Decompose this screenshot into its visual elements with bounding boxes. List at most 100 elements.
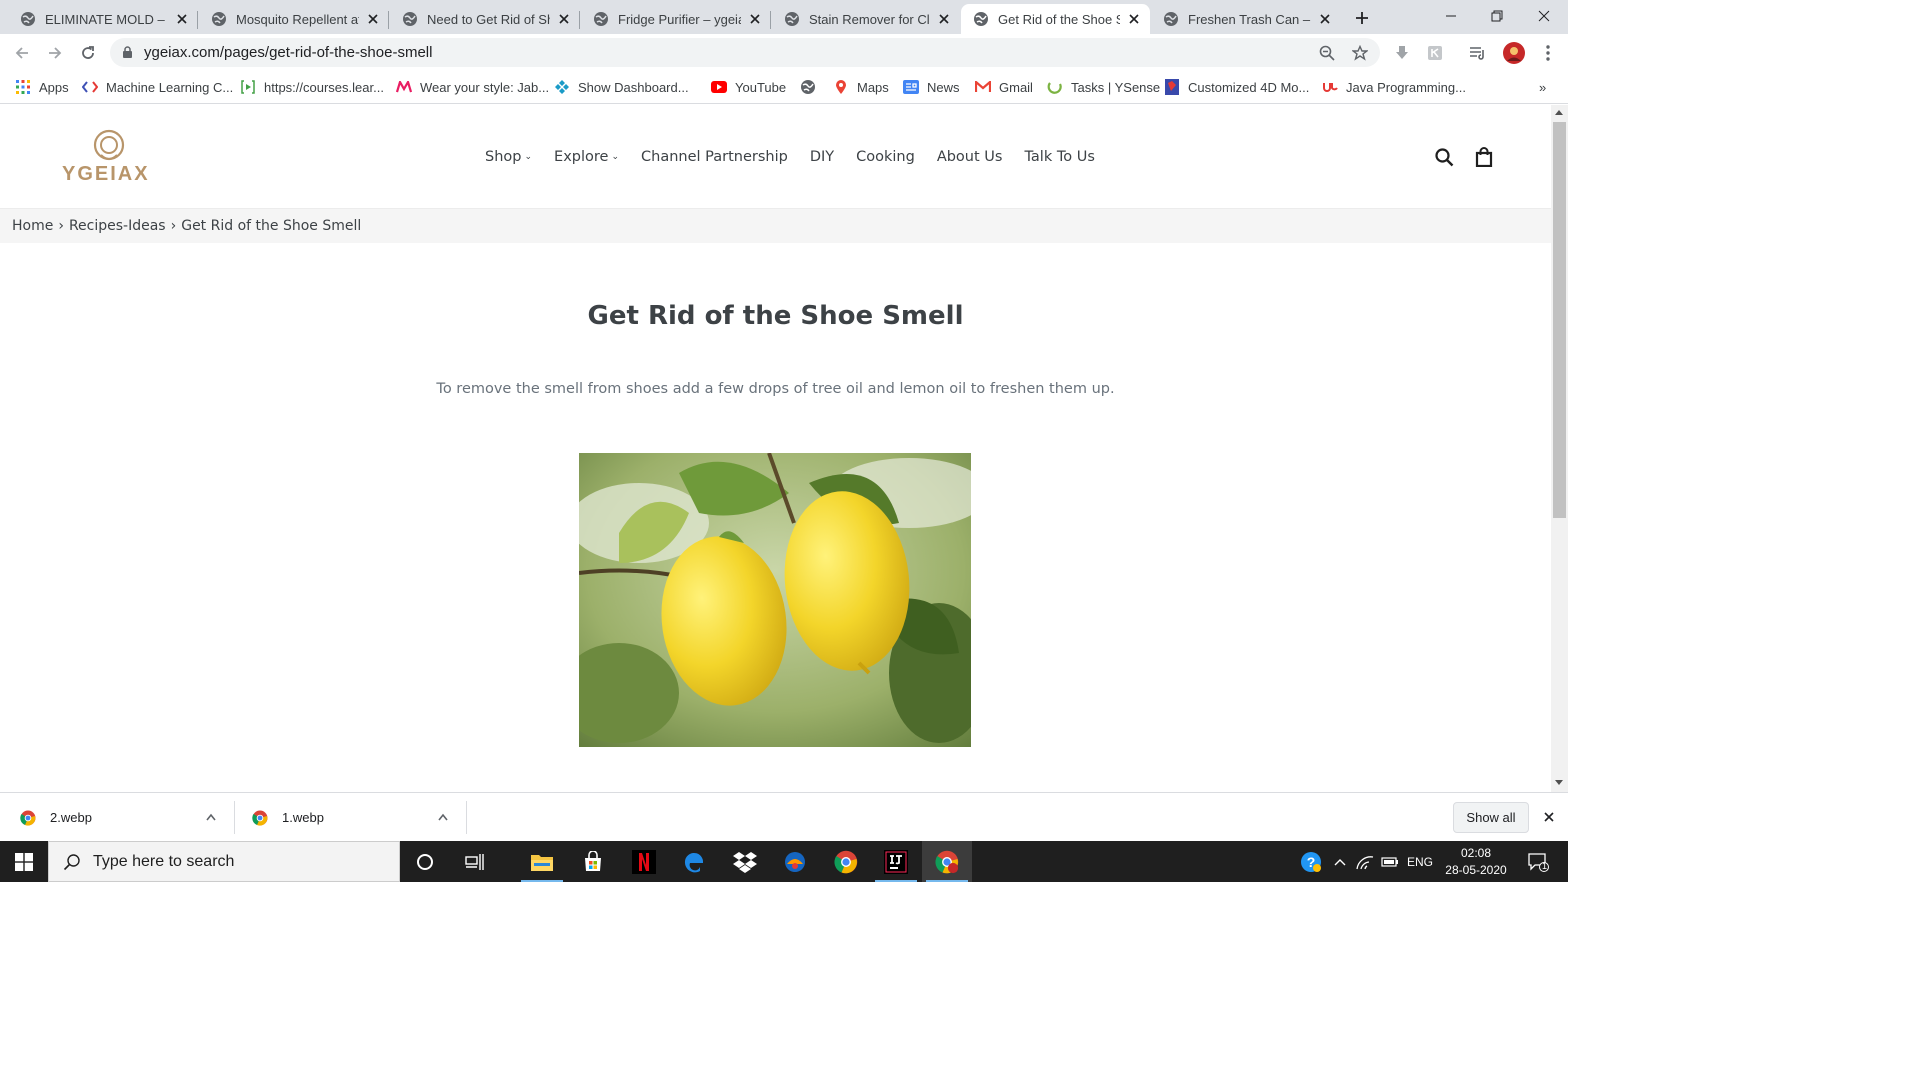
browser-tab[interactable]: Freshen Trash Can – yg [1151,4,1341,34]
lock-icon[interactable] [122,46,133,59]
close-tab-icon[interactable] [747,11,763,27]
new-tab-icon[interactable] [1348,4,1376,32]
scrollbar-thumb[interactable] [1553,122,1566,518]
nav-talk-to-us[interactable]: Talk To Us [1024,149,1094,165]
nav-channel-partnership[interactable]: Channel Partnership [641,149,788,165]
download-item[interactable]: 2.webp [20,793,230,842]
close-tab-icon[interactable] [174,11,190,27]
reload-icon[interactable] [74,39,102,67]
action-center-icon[interactable]: 1 [1520,841,1556,882]
intellij-idea-icon[interactable] [871,841,921,882]
globe-icon [800,79,816,95]
zoom-icon[interactable] [1318,44,1336,62]
minimize-window-icon[interactable] [1428,0,1474,32]
bookmark-label: https://courses.lear... [264,79,384,95]
nav-explore[interactable]: Explore ⌄ [554,149,619,165]
bookmark-customized-4d[interactable]: Customized 4D Mo... [1164,77,1309,97]
page-body-text: To remove the smell from shoes add a few… [436,381,1115,397]
close-tab-icon[interactable] [365,11,381,27]
extension-icon[interactable] [1425,43,1445,63]
tab-title: Fridge Purifier – ygeiax [618,11,741,27]
maps-pin-icon [833,79,849,95]
bookmark-maps[interactable]: Maps [833,77,889,97]
breadcrumb-section-link[interactable]: Recipes-Ideas [69,218,166,234]
nav-label: Talk To Us [1024,149,1095,165]
close-tab-icon[interactable] [1317,11,1333,27]
close-downloads-icon[interactable] [1544,812,1554,822]
dropbox-icon[interactable] [720,841,770,882]
nav-about-us[interactable]: About Us [937,149,1003,165]
chevron-up-icon[interactable] [1330,841,1350,882]
back-arrow-icon[interactable] [8,39,36,67]
scroll-up-arrow-icon[interactable] [1555,110,1563,115]
game-app-icon[interactable] [770,841,820,882]
udemy-logo-icon [1322,79,1338,95]
cart-bag-icon[interactable] [1472,145,1496,169]
show-all-downloads-button[interactable]: Show all [1453,802,1529,833]
chrome-taskbar-icon[interactable] [821,841,871,882]
bookmark-youtube[interactable]: YouTube [711,77,786,97]
file-explorer-icon[interactable] [517,841,567,882]
bookmark-star-icon[interactable] [1351,44,1369,62]
restore-window-icon[interactable] [1474,0,1520,32]
forward-arrow-icon[interactable] [41,39,69,67]
profile-avatar[interactable] [1502,41,1526,65]
bookmark-java-programming[interactable]: Java Programming... [1322,77,1466,97]
scroll-down-arrow-icon[interactable] [1555,780,1563,785]
close-tab-icon[interactable] [556,11,572,27]
site-header: YGEIAX Shop ⌄ Explore ⌄ Channel Partners… [0,105,1551,208]
nav-shop[interactable]: Shop ⌄ [485,149,532,165]
browser-tab[interactable]: Fridge Purifier – ygeiax [581,4,771,34]
language-indicator[interactable]: ENG [1404,841,1436,882]
bookmark-ysense[interactable]: Tasks | YSense [1047,77,1160,97]
browser-tab[interactable]: Stain Remover for Clot [772,4,960,34]
breadcrumb-home-link[interactable]: Home [12,218,53,234]
extension-download-icon[interactable] [1392,43,1412,63]
close-window-icon[interactable] [1521,0,1567,32]
site-search-icon[interactable] [1432,145,1456,169]
play-bracket-icon [240,79,256,95]
help-icon[interactable]: ? [1296,841,1326,882]
bookmark-apps[interactable]: Apps [15,77,69,97]
wifi-icon[interactable] [1354,841,1376,882]
close-tab-icon[interactable] [936,11,952,27]
clock[interactable]: 02:08 28-05-2020 [1440,841,1512,882]
task-view-icon[interactable] [450,841,500,882]
chevron-up-icon[interactable] [438,813,448,821]
netflix-icon[interactable] [619,841,669,882]
chrome-profile-taskbar-icon[interactable] [922,841,972,882]
page-scrollbar[interactable] [1551,105,1568,792]
browser-tab-strip: ELIMINATE MOLD – yg Mosquito Repellent a… [0,0,1568,34]
nav-diy[interactable]: DIY [810,149,834,165]
browser-tab-active[interactable]: Get Rid of the Shoe Sm [961,4,1150,34]
edge-browser-icon[interactable] [669,841,719,882]
nav-label: DIY [809,149,835,165]
browser-tab[interactable]: ELIMINATE MOLD – yg [8,4,198,34]
bookmarks-overflow-chevron[interactable]: » [1539,77,1546,97]
download-item[interactable]: 1.webp [252,793,462,842]
chrome-icon [20,810,36,826]
cortana-icon[interactable] [400,841,450,882]
bookmark-machine-learning[interactable]: Machine Learning C... [82,77,233,97]
site-logo[interactable]: YGEIAX [60,129,160,187]
media-queue-icon[interactable] [1468,43,1488,63]
browser-tab[interactable]: Need to Get Rid of Sho [390,4,580,34]
bookmark-gmail[interactable]: Gmail [975,77,1033,97]
chrome-menu-icon[interactable] [1538,43,1558,63]
chevron-up-icon[interactable] [206,813,216,821]
taskbar-search-box[interactable]: Type here to search [48,841,400,882]
battery-icon[interactable] [1379,841,1401,882]
address-bar[interactable]: ygeiax.com/pages/get-rid-of-the-shoe-sme… [110,38,1380,67]
nav-cooking[interactable]: Cooking [856,149,915,165]
globe-icon [403,12,417,26]
bookmark-courses[interactable]: https://courses.lear... [240,77,384,97]
bookmark-dashboard[interactable]: Show Dashboard... [554,77,689,97]
browser-tab[interactable]: Mosquito Repellent at [199,4,389,34]
bookmark-myntra[interactable]: Wear your style: Jab... [396,77,549,97]
bookmark-globe[interactable] [800,77,824,97]
windows-start-icon[interactable] [0,841,48,882]
close-tab-icon[interactable] [1126,11,1142,27]
url-text[interactable]: ygeiax.com/pages/get-rid-of-the-shoe-sme… [144,44,432,61]
bookmark-news[interactable]: News [903,77,960,97]
microsoft-store-icon[interactable] [568,841,618,882]
